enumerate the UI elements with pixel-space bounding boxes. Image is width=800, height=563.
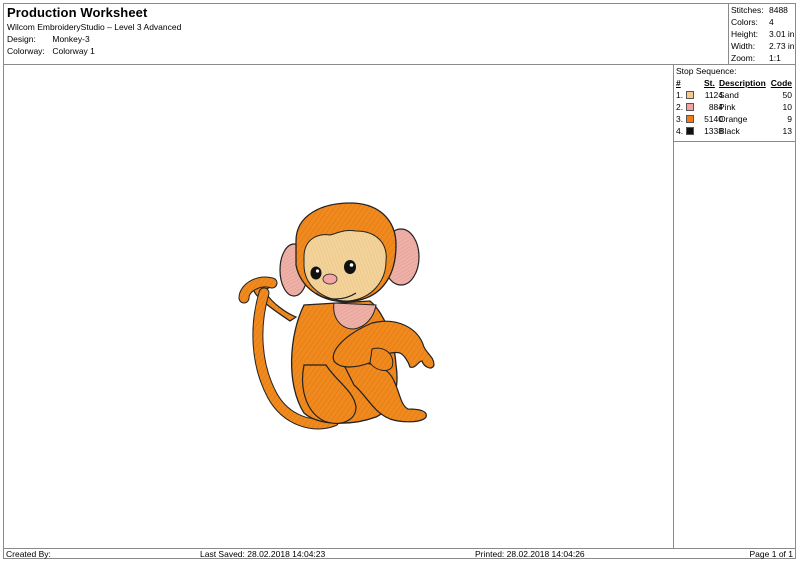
created-by: Created By: bbox=[6, 549, 51, 559]
stop-sequence-header: # St. Description Code bbox=[674, 78, 794, 89]
design-stats: Stitches: 8488 Colors: 4 Height: 3.01 in Wi… bbox=[729, 4, 795, 65]
stop-num: 2. bbox=[676, 102, 684, 112]
stat-zoom: Zoom: 1:1 bbox=[731, 53, 781, 63]
colorway-label: Colorway: bbox=[7, 46, 45, 56]
stop-num: 1. bbox=[676, 90, 684, 100]
right-eye bbox=[344, 260, 356, 274]
page-title: Production Worksheet bbox=[7, 5, 148, 20]
stat-label: Stitches: bbox=[731, 5, 764, 15]
col-code: Code bbox=[770, 78, 792, 88]
stat-value: 8488 bbox=[769, 5, 788, 15]
color-swatch-pink bbox=[686, 103, 694, 111]
left-eye bbox=[310, 266, 322, 280]
stop-description: Sand bbox=[719, 90, 739, 100]
stat-label: Width: bbox=[731, 41, 756, 51]
design-value: Monkey-3 bbox=[52, 34, 90, 44]
stop-row: 3. 5140 Orange 9 bbox=[674, 114, 794, 126]
col-num: # bbox=[676, 78, 681, 88]
stop-code: 50 bbox=[782, 90, 792, 100]
stat-label: Colors: bbox=[731, 17, 758, 27]
stop-description: Black bbox=[719, 126, 740, 136]
stat-value: 2.73 in bbox=[769, 41, 795, 51]
stat-width: Width: 2.73 in bbox=[731, 41, 795, 51]
colorway-value: Colorway 1 bbox=[52, 46, 95, 56]
stop-row: 2. 884 Pink 10 bbox=[674, 102, 794, 114]
stop-code: 9 bbox=[787, 114, 792, 124]
eye-highlight bbox=[315, 269, 320, 273]
design-label: Design: bbox=[7, 34, 36, 44]
colorway-row: Colorway: Colorway 1 bbox=[7, 46, 95, 56]
stop-row: 4. 1338 Black 13 bbox=[674, 126, 794, 138]
stop-num: 3. bbox=[676, 114, 684, 124]
worksheet-header: Production Worksheet Wilcom EmbroiderySt… bbox=[4, 4, 729, 65]
nose bbox=[322, 273, 338, 285]
stop-description: Pink bbox=[719, 102, 736, 112]
worksheet-frame: Production Worksheet Wilcom EmbroiderySt… bbox=[3, 3, 796, 559]
color-swatch-black bbox=[686, 127, 694, 135]
last-saved: Last Saved: 28.02.2018 14:04:23 bbox=[200, 549, 326, 559]
stat-value: 1:1 bbox=[769, 53, 781, 63]
stat-value: 4 bbox=[769, 17, 774, 27]
stat-colors: Colors: 4 bbox=[731, 17, 774, 27]
stop-description: Orange bbox=[719, 114, 748, 124]
printed-date: Printed: 28.02.2018 14:04:26 bbox=[475, 549, 585, 559]
color-swatch-orange bbox=[686, 115, 694, 123]
design-preview bbox=[4, 65, 673, 549]
stop-sequence-title: Stop Sequence: bbox=[676, 66, 737, 76]
page-number: Page 1 of 1 bbox=[749, 549, 793, 559]
software-subtitle: Wilcom EmbroideryStudio – Level 3 Advanc… bbox=[7, 22, 182, 32]
stop-sequence-panel: Stop Sequence: # St. Description Code 1.… bbox=[673, 65, 795, 142]
col-st: St. bbox=[704, 78, 715, 88]
stat-height: Height: 3.01 in bbox=[731, 29, 795, 39]
stat-stitches: Stitches: 8488 bbox=[731, 5, 788, 15]
stop-row: 1. 1124 Sand 50 bbox=[674, 90, 794, 102]
col-description: Description bbox=[719, 78, 766, 88]
worksheet-footer: Created By: Last Saved: 28.02.2018 14:04… bbox=[4, 548, 795, 559]
eye-highlight bbox=[349, 263, 354, 267]
stop-num: 4. bbox=[676, 126, 684, 136]
stat-value: 3.01 in bbox=[769, 29, 795, 39]
color-swatch-sand bbox=[686, 91, 694, 99]
stat-label: Height: bbox=[731, 29, 758, 39]
design-row: Design: Monkey-3 bbox=[7, 34, 90, 44]
stat-label: Zoom: bbox=[731, 53, 756, 63]
stop-code: 10 bbox=[782, 102, 792, 112]
stop-code: 13 bbox=[782, 126, 792, 136]
monkey-embroidery-image bbox=[238, 202, 435, 430]
